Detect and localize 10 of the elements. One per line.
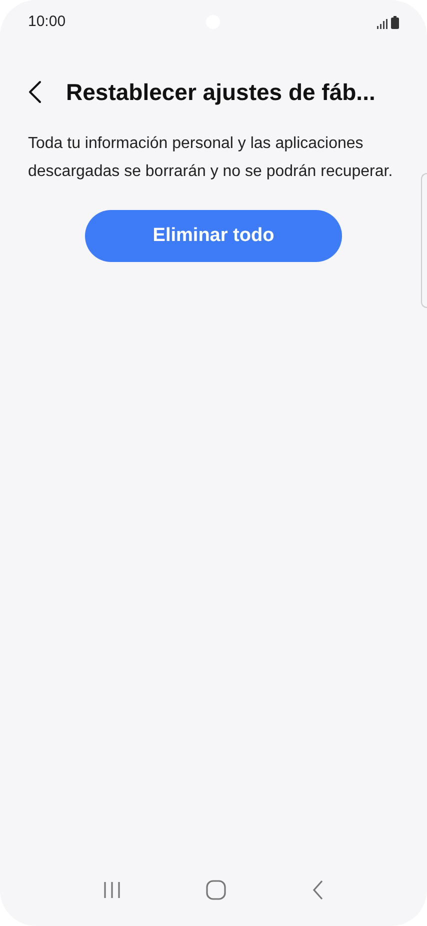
delete-all-button[interactable]: Eliminar todo	[85, 210, 342, 262]
description-text: Toda tu información personal y las aplicaciones descargadas se borrarán y no se podrán recuperar.	[27, 134, 394, 182]
recent-apps-icon[interactable]	[102, 881, 121, 899]
side-handle[interactable]	[421, 173, 427, 308]
battery-icon	[391, 16, 399, 28]
back-icon[interactable]	[312, 880, 324, 900]
home-icon[interactable]	[206, 880, 226, 900]
status-time: 10:00	[28, 12, 66, 32]
signal-icon	[377, 18, 388, 28]
page-title: Restablecer ajustes de fáb...	[66, 78, 376, 107]
